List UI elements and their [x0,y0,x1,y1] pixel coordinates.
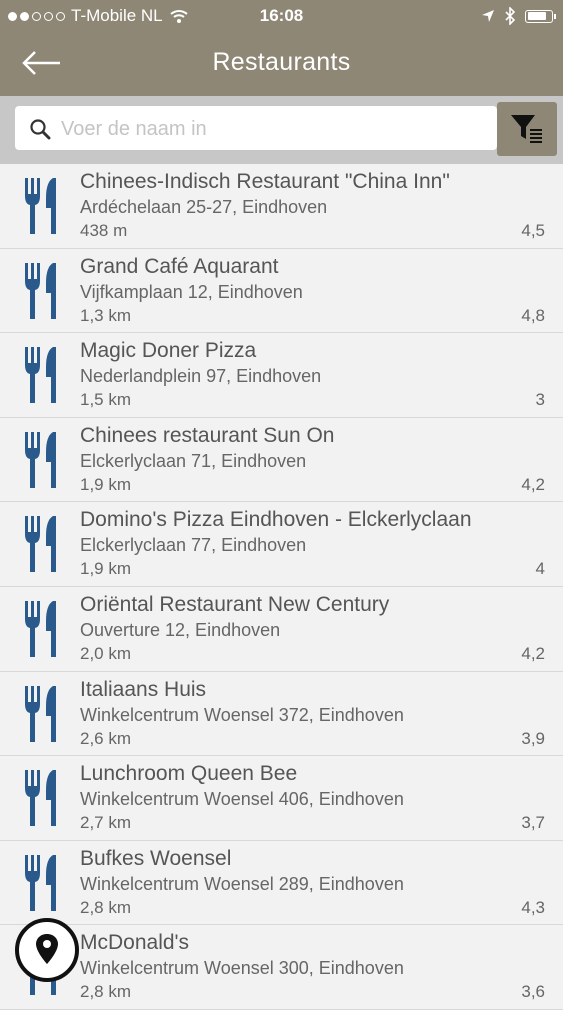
restaurant-name: Bufkes Woensel [80,846,232,870]
location-pin-icon [36,934,58,964]
search-box[interactable] [15,106,497,152]
restaurant-list-item[interactable]: Oriëntal Restaurant New Century Ouverture… [0,586,563,672]
search-icon [30,119,51,140]
navigation-bar: Restaurants [0,34,563,96]
restaurant-distance: 1,3 km [80,305,132,325]
restaurant-address: Winkelcentrum Woensel 289, Eindhoven [80,873,404,894]
status-bar: T-Mobile NL 16:08 [0,0,563,34]
filter-button[interactable] [497,102,557,156]
restaurant-distance: 438 m [80,221,128,240]
cutlery-icon [25,347,56,404]
restaurant-distance: 2,0 km [80,643,132,663]
restaurant-rating: 4 [535,559,545,579]
restaurant-list-item[interactable]: Grand Café Aquarant Vijfkamplaan 12, Eind… [0,248,563,334]
restaurant-rating: 3,9 [521,728,545,748]
restaurant-list-item[interactable]: McDonald's Winkelcentrum Woensel 300, Ein… [0,925,563,1010]
restaurant-rating: 4,2 [521,474,545,494]
status-right [481,7,556,25]
restaurant-address: Winkelcentrum Woensel 406, Eindhoven [80,789,404,810]
filter-icon [511,115,542,143]
cutlery-icon [25,770,56,827]
restaurant-distance: 1,9 km [80,474,132,494]
restaurant-address: Nederlandplein 97, Eindhoven [80,366,322,387]
cutlery-icon [25,600,56,657]
restaurant-name: Chinees-Indisch Restaurant "China Inn" [80,170,450,193]
restaurant-distance: 2,8 km [80,982,132,1002]
restaurant-address: Winkelcentrum Woensel 300, Eindhoven [80,958,404,979]
restaurant-address: Elckerlyclaan 71, Eindhoven [80,450,307,471]
restaurant-name: Lunchroom Queen Bee [80,762,298,786]
restaurant-rating: 3 [535,390,545,410]
restaurant-name: Oriëntal Restaurant New Century [80,592,390,616]
restaurant-name: McDonald's [80,931,190,955]
clock: 16:08 [259,6,304,25]
restaurant-name: Chinees restaurant Sun On [80,423,335,447]
location-arrow-icon [482,10,494,22]
restaurant-address: Winkelcentrum Woensel 372, Eindhoven [80,704,404,725]
restaurant-address: Elckerlyclaan 77, Eindhoven [80,535,307,556]
search-input[interactable] [59,106,483,152]
cutlery-icon [25,854,56,911]
map-button[interactable] [15,918,79,982]
restaurant-name: Domino's Pizza Eindhoven - Elckerlyclaan [80,508,472,532]
cutlery-icon [25,262,56,319]
restaurant-list-item[interactable]: Magic Doner Pizza Nederlandplein 97, Eind… [0,333,563,418]
cutlery-icon [25,516,56,573]
restaurant-rating: 4,8 [521,305,545,325]
restaurant-list-item[interactable]: Chinees-Indisch Restaurant "China Inn" Ar… [0,164,563,249]
restaurant-rating: 4,5 [521,221,545,240]
battery-icon [525,9,556,23]
restaurant-rating: 3,7 [521,813,545,833]
restaurant-address: Ardéchelaan 25-27, Eindhoven [80,197,328,217]
restaurant-list-item[interactable]: Domino's Pizza Eindhoven - Elckerlyclaan… [0,502,563,587]
restaurant-list-item[interactable]: Italiaans Huis Winkelcentrum Woensel 372,… [0,671,563,757]
cutlery-icon [25,431,56,488]
restaurant-distance: 2,7 km [80,813,132,833]
search-bar [0,96,563,164]
restaurant-rating: 3,6 [521,982,545,1002]
restaurant-distance: 1,9 km [80,559,132,579]
cutlery-icon [25,178,56,234]
restaurant-rating: 4,3 [521,897,545,917]
restaurant-list-item[interactable]: Chinees restaurant Sun On Elckerlyclaan 7… [0,417,563,503]
restaurant-list-item[interactable]: Bufkes Woensel Winkelcentrum Woensel 289,… [0,840,563,926]
restaurant-address: Ouverture 12, Eindhoven [80,619,281,640]
cutlery-icon [25,685,56,742]
bluetooth-icon [505,7,515,25]
restaurant-name: Italiaans Huis [80,677,207,701]
restaurant-list: Chinees-Indisch Restaurant "China Inn" Ar… [0,164,563,1010]
restaurant-distance: 1,5 km [80,390,132,410]
restaurant-name: Magic Doner Pizza [80,339,257,363]
restaurant-distance: 2,8 km [80,897,132,917]
restaurant-name: Grand Café Aquarant [80,254,279,278]
page-title: Restaurants [212,48,351,76]
restaurant-rating: 4,2 [521,643,545,663]
restaurant-address: Vijfkamplaan 12, Eindhoven [80,281,303,302]
restaurant-list-item[interactable]: Lunchroom Queen Bee Winkelcentrum Woensel… [0,756,563,841]
restaurant-distance: 2,6 km [80,728,132,748]
